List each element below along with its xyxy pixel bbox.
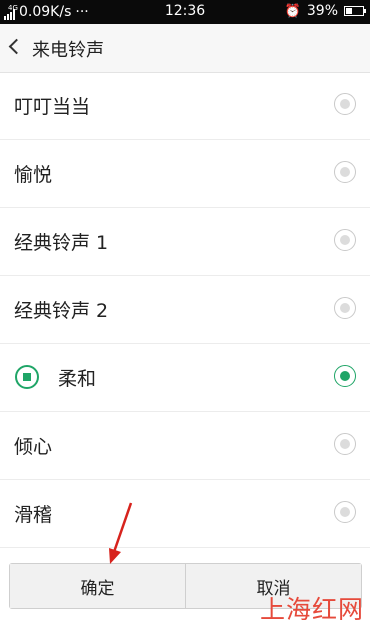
annotation-arrow-icon: [109, 502, 133, 564]
